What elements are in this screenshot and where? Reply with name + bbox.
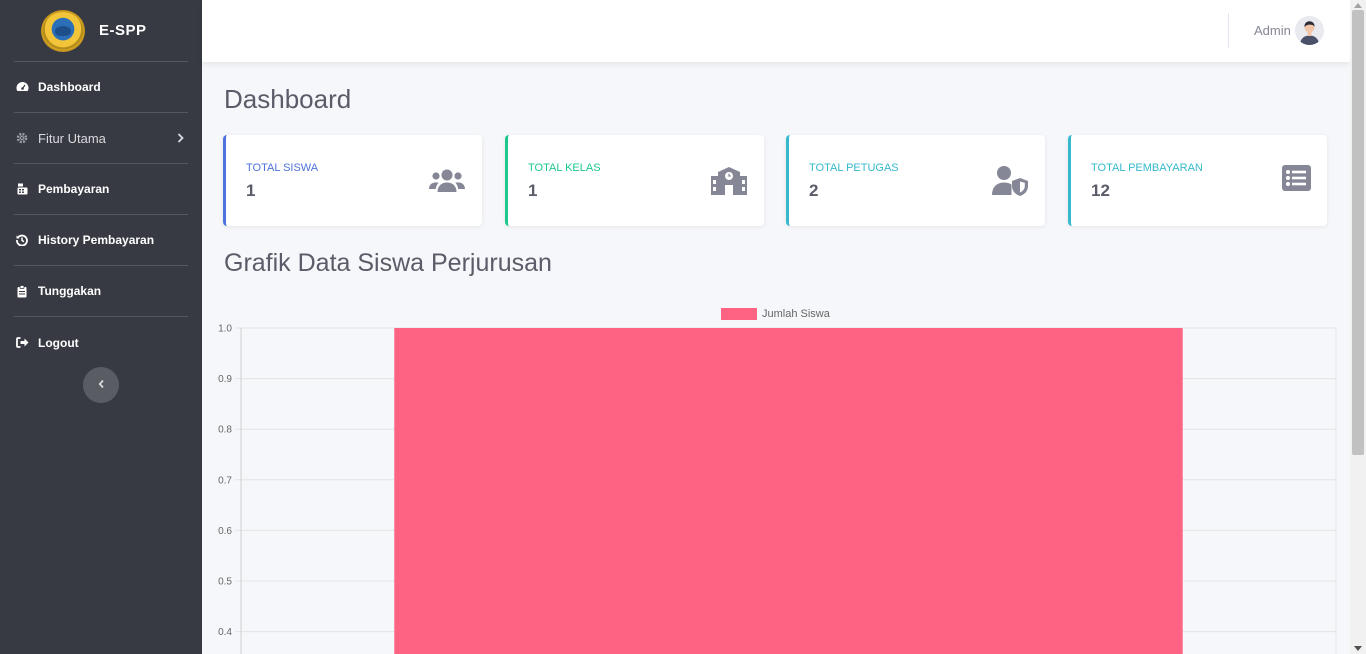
topbar-divider [1228, 13, 1229, 48]
y-tick-label: 0.5 [218, 577, 232, 588]
chart-canvas: 1.0 0.9 0.8 0.7 0.6 0.5 0.4 Jumlah Siswa [218, 308, 1337, 654]
y-tick-label: 0.7 [218, 475, 232, 486]
sidebar-item-label: Pembayaran [38, 182, 110, 196]
sidebar-item-label: Logout [38, 335, 79, 350]
list-alt-icon [1273, 164, 1311, 196]
topbar: Admin [202, 0, 1350, 62]
legend-swatch [721, 308, 757, 320]
sidebar-nav: Dashboard Fitur Utama Pembayaran History… [0, 62, 202, 368]
vertical-scrollbar[interactable] [1350, 0, 1366, 654]
cash-register-icon [15, 182, 29, 196]
y-tick-label: 0.6 [218, 526, 232, 537]
user-avatar[interactable] [1295, 16, 1324, 45]
y-tick-label: 0.9 [218, 374, 232, 385]
school-icon [710, 164, 748, 196]
card-label: TOTAL PEMBAYARAN [1091, 162, 1203, 174]
sidebar-item-tunggakan[interactable]: Tunggakan [14, 266, 188, 317]
sidebar-item-label: Dashboard [38, 80, 101, 94]
bar [394, 328, 1183, 654]
users-icon [428, 164, 466, 196]
tachometer-icon [15, 80, 29, 94]
y-tick-label: 0.4 [218, 627, 232, 638]
history-icon [15, 233, 29, 247]
card-total-kelas: TOTAL KELAS 1 [505, 135, 764, 226]
brand[interactable]: E-SPP [14, 0, 188, 62]
scrollbar-thumb[interactable] [1352, 10, 1364, 455]
sidebar-item-dashboard[interactable]: Dashboard [14, 62, 188, 113]
card-total-pembayaran: TOTAL PEMBAYARAN 12 [1068, 135, 1327, 226]
sign-out-icon [15, 336, 29, 350]
scroll-down-arrow-icon[interactable] [1354, 646, 1362, 651]
chevron-left-icon [98, 376, 105, 394]
bar-chart: 1.0 0.9 0.8 0.7 0.6 0.5 0.4 Jumlah Siswa [202, 300, 1350, 654]
card-value: 1 [246, 181, 256, 200]
sidebar-item-fitur-utama[interactable]: Fitur Utama [14, 113, 188, 164]
chevron-right-icon [177, 131, 184, 146]
card-label: TOTAL PETUGAS [809, 162, 899, 174]
card-label: TOTAL SISWA [246, 162, 319, 174]
card-value: 2 [809, 181, 819, 200]
sidebar-item-label: Fitur Utama [38, 130, 106, 146]
sidebar-item-label: History Pembayaran [38, 233, 155, 247]
sidebar-item-history-pembayaran[interactable]: History Pembayaran [14, 215, 188, 266]
clipboard-icon [15, 284, 29, 298]
y-tick-label: 0.8 [218, 425, 232, 436]
sidebar-item-label: Tunggakan [38, 284, 102, 298]
sidebar-item-pembayaran[interactable]: Pembayaran [14, 164, 188, 215]
user-shield-icon [991, 164, 1029, 196]
legend-label: Jumlah Siswa [762, 308, 831, 320]
card-value: 1 [528, 181, 538, 200]
scroll-up-arrow-icon[interactable] [1354, 3, 1362, 8]
gear-icon [15, 131, 29, 145]
y-tick-label: 1.0 [218, 324, 232, 335]
sidebar-toggle-button[interactable] [83, 367, 119, 403]
card-value: 12 [1091, 181, 1110, 200]
card-total-siswa: TOTAL SISWA 1 [223, 135, 482, 226]
sidebar: E-SPP Dashboard Fitur Utama Pembayaran H… [0, 0, 202, 654]
user-name[interactable]: Admin [1254, 23, 1291, 38]
school-logo [41, 9, 85, 52]
sidebar-item-logout[interactable]: Logout [14, 317, 188, 368]
card-label: TOTAL KELAS [528, 162, 601, 174]
app-name: E-SPP [99, 22, 147, 39]
card-total-petugas: TOTAL PETUGAS 2 [786, 135, 1045, 226]
page-title: Dashboard [224, 84, 352, 114]
chart-section-title: Grafik Data Siswa Perjurusan [224, 249, 552, 277]
